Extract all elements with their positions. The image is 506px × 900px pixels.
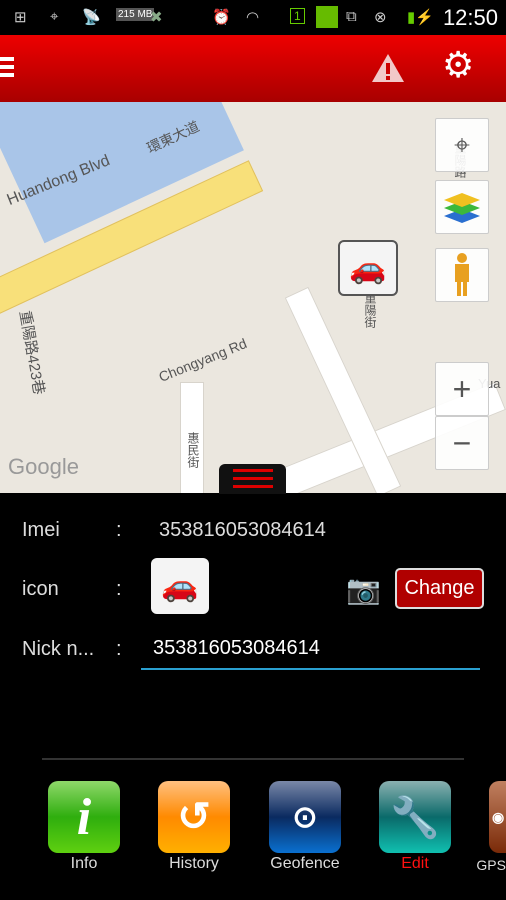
battery-charging-icon: ▮⚡ <box>407 9 434 26</box>
nav-edit-label: Edit <box>401 855 429 872</box>
imei-label: Imei <box>22 519 60 541</box>
map-view[interactable]: Huandong Blvd 環東大道 Chongyang Rd 重陽路423巷 … <box>0 102 506 493</box>
signal-icon <box>316 6 338 28</box>
warning-icon[interactable] <box>371 53 405 83</box>
add-notification-icon: ⊞ <box>14 9 27 26</box>
crosshair-icon: ⌖ <box>454 128 470 160</box>
map-label: Chongyang Rd <box>156 335 250 385</box>
geofence-icon: ⊙ <box>292 800 318 834</box>
nick-name-input[interactable]: 353816053084614 <box>141 632 480 670</box>
sim-badge: 1 <box>290 8 305 24</box>
zoom-in-button[interactable]: + <box>435 362 489 416</box>
nick-label: Nick n... <box>22 638 95 660</box>
divider <box>42 758 464 760</box>
layers-icon <box>444 193 480 223</box>
gps-icon: ⌖ <box>50 8 59 25</box>
camera-icon[interactable]: 📷 <box>346 573 381 606</box>
wrench-icon: 🔧 <box>390 795 440 840</box>
nav-history-button[interactable]: ↺ <box>158 781 230 853</box>
satellite-icon: 📡 <box>82 9 101 26</box>
wifi-icon: ◠ <box>246 9 260 26</box>
nav-info-button[interactable]: i <box>48 781 120 853</box>
vehicle-icon-preview[interactable]: 🚗 <box>151 558 209 614</box>
nav-history-label: History <box>169 855 219 872</box>
history-icon: ↺ <box>177 795 211 839</box>
street-view-button[interactable] <box>435 248 489 302</box>
map-label: 惠民街 <box>186 432 200 468</box>
imei-value: 353816053084614 <box>159 519 326 541</box>
nav-gps-label: GPS <box>476 857 506 873</box>
nav-geofence-button[interactable]: ⊙ <box>269 781 341 853</box>
nav-info-label: Info <box>70 855 98 872</box>
colon: : <box>116 578 122 600</box>
map-label: 重陽街 <box>363 292 377 328</box>
sim2-icon: ⧉ <box>346 8 357 25</box>
nav-geofence-label: Geofence <box>270 855 340 872</box>
nav-edit-button[interactable]: 🔧 <box>379 781 451 853</box>
icon-label: icon <box>22 578 59 600</box>
google-logo: Google <box>8 454 79 479</box>
layers-button[interactable] <box>435 180 489 234</box>
alarm-icon: ⏰ <box>212 9 231 26</box>
info-icon: i <box>76 788 92 846</box>
change-button[interactable]: Change <box>395 568 484 609</box>
pegman-icon <box>455 253 469 296</box>
status-bar: ⊞ ⌖ 📡 215 MB ✖ ⏰ ◠ 1 ⧉ ⊗ ▮⚡ 12:50 <box>0 0 506 35</box>
colon: : <box>116 638 122 660</box>
map-label: 重陽路423巷 <box>15 309 48 397</box>
clock: 12:50 <box>442 5 498 30</box>
gears-icon[interactable]: ⚙ <box>442 47 474 83</box>
hamburger-icon[interactable] <box>0 57 14 79</box>
drawer-handle[interactable] <box>219 464 286 494</box>
nav-gps-button[interactable]: ◉ <box>489 781 506 853</box>
my-location-button[interactable]: ⌖ <box>435 118 489 172</box>
no-signal-icon: ⊗ <box>374 9 387 26</box>
zoom-out-button[interactable]: − <box>435 416 489 470</box>
colon: : <box>116 519 122 541</box>
vehicle-marker[interactable]: 🚗 <box>338 240 398 296</box>
gps-icon: ◉ <box>492 808 505 825</box>
app-bar: ⚙ <box>0 35 506 102</box>
android-debug-icon: ✖ <box>150 9 163 26</box>
memory-badge: 215 MB <box>116 8 155 21</box>
